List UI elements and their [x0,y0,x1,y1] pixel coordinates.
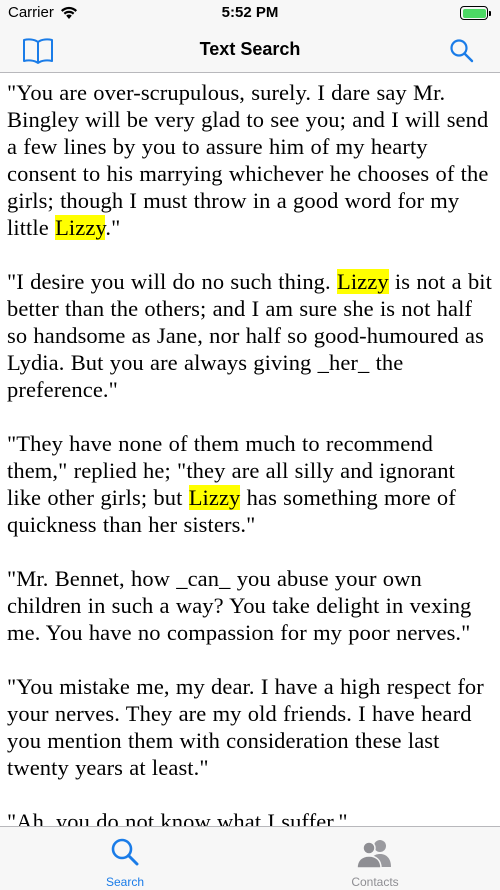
search-highlight: Lizzy [336,269,389,294]
search-icon [111,838,139,866]
navigation-bar: Text Search [0,28,500,73]
contacts-icon [356,840,391,869]
status-time: 5:52 PM [221,4,279,21]
paragraph: "Mr. Bennet, how _can_ you abuse your ow… [7,566,472,645]
text-content[interactable]: "You are over-scrupulous, surely. I dare… [0,73,500,826]
tab-bar: Search Contacts [0,826,500,890]
paragraph: "You are over-scrupulous, surely. I dare… [7,80,489,240]
search-button[interactable] [448,36,476,66]
page-title: Text Search [199,39,301,59]
search-highlight: Lizzy [188,485,241,510]
paragraph: "They have none of them much to recommen… [7,431,456,537]
paragraph: "I desire you will do no such thing. Liz… [7,269,493,402]
battery-icon [460,6,491,20]
tab-search-label: Search [105,875,145,889]
tab-contacts-label: Contacts [351,875,399,889]
tab-contacts[interactable]: Contacts [250,827,500,890]
paragraph: "You mistake me, my dear. I have a high … [7,674,484,780]
search-icon [450,39,474,63]
paragraph: "Ah, you do not know what I suffer." [7,809,348,826]
search-highlight: Lizzy [55,215,106,240]
tab-search[interactable]: Search [0,827,250,890]
